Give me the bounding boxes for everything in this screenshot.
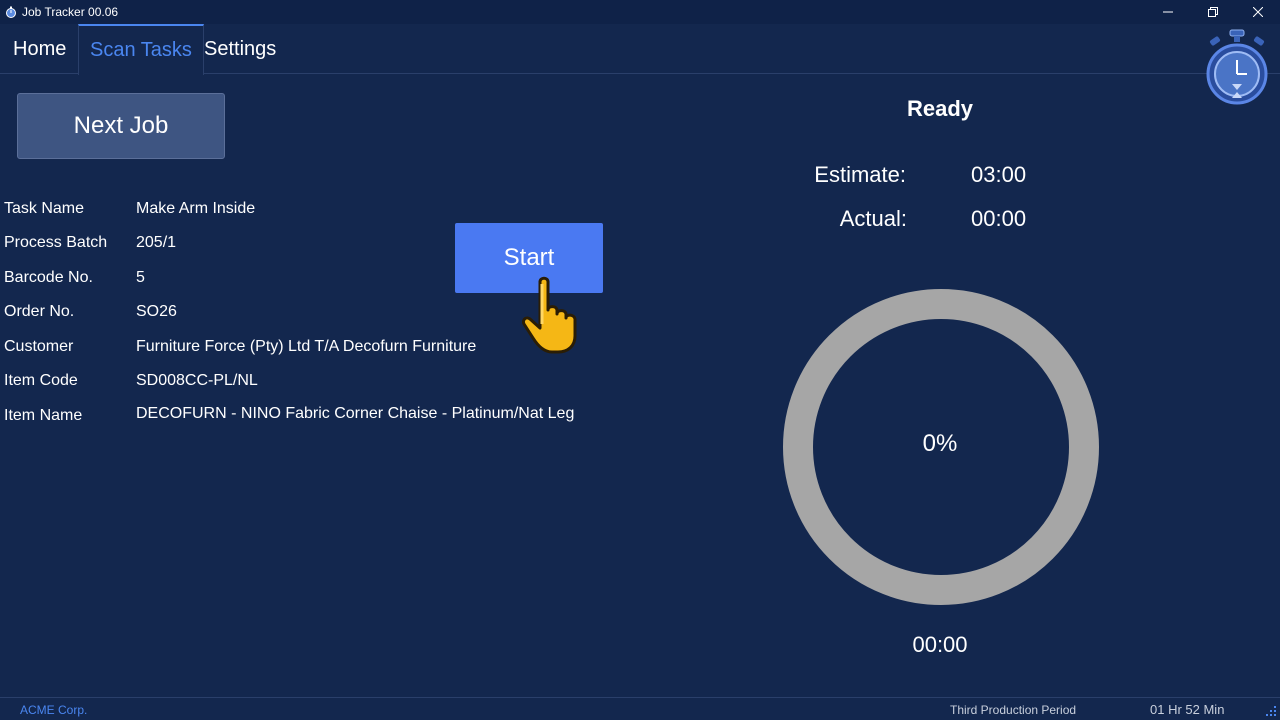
field-label: Process Batch (4, 234, 108, 251)
field-label: Order No. (4, 303, 75, 320)
production-period: Third Production Period (950, 703, 1077, 717)
field-value: SO26 (136, 303, 177, 320)
window-title: Job Tracker 00.06 (22, 5, 119, 19)
field-value: SD008CC-PL/NL (136, 372, 258, 389)
tab-scan-tasks[interactable]: Scan Tasks (78, 24, 204, 75)
field-label: Barcode No. (4, 269, 93, 286)
field-value: DECOFURN - NINO Fabric Corner Chaise - P… (136, 405, 575, 422)
progress-percent: 0% (922, 430, 958, 457)
minimize-button[interactable] (1145, 0, 1190, 24)
close-button[interactable] (1235, 0, 1280, 24)
status-bar: ACME Corp. Third Production Period 01 Hr… (0, 697, 1280, 720)
hand-pointer-icon (522, 276, 577, 354)
restore-button[interactable] (1190, 0, 1235, 24)
tab-settings[interactable]: Settings (193, 24, 287, 74)
timer-status: Ready (906, 96, 974, 121)
field-label: Item Code (4, 372, 78, 389)
tab-bar: Home Scan Tasks Settings (0, 24, 1280, 75)
field-value: 5 (136, 269, 145, 286)
field-value: Furniture Force (Pty) Ltd T/A Decofurn F… (136, 338, 477, 355)
title-bar: Job Tracker 00.06 (0, 0, 1280, 24)
minimize-icon (1162, 11, 1173, 13)
tab-home[interactable]: Home (2, 24, 77, 74)
field-label: Customer (4, 338, 74, 355)
actual-label: Actual: (839, 206, 907, 231)
close-icon (1252, 7, 1263, 17)
field-label: Task Name (4, 200, 85, 217)
resize-grip-icon[interactable] (1266, 706, 1276, 716)
field-value: Make Arm Inside (136, 200, 256, 217)
estimate-value: 03:00 (971, 162, 1027, 187)
restore-icon (1207, 7, 1218, 17)
elapsed-time: 00:00 (912, 632, 968, 657)
field-label: Item Name (4, 407, 83, 424)
actual-value: 00:00 (971, 206, 1027, 231)
estimate-label: Estimate: (814, 162, 906, 187)
company-name: ACME Corp. (20, 703, 88, 717)
stopwatch-logo-icon (1206, 29, 1268, 105)
next-job-button[interactable]: Next Job (17, 93, 225, 159)
stopwatch-icon (6, 6, 16, 18)
window-controls (1145, 0, 1280, 24)
field-value: 205/1 (136, 234, 177, 251)
period-duration: 01 Hr 52 Min (1150, 702, 1225, 717)
